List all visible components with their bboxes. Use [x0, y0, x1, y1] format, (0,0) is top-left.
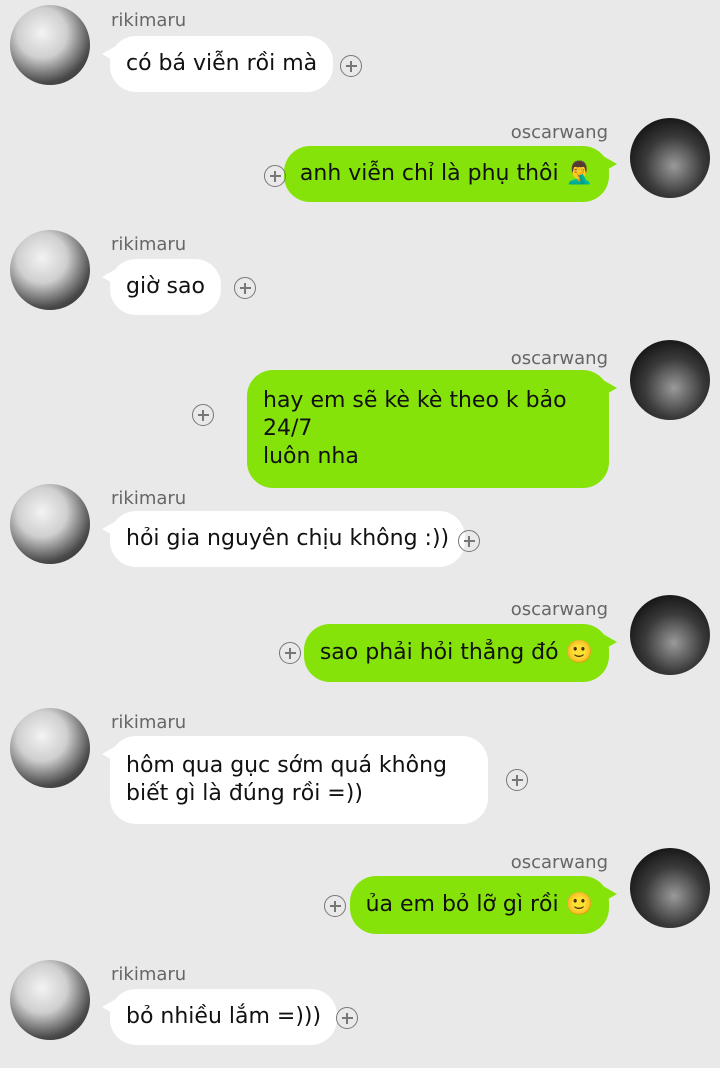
avatar-oscarwang[interactable] [630, 848, 710, 928]
message-row: oscarwang hay em sẽ kè kè theo k bảo 24/… [0, 340, 720, 488]
add-reaction-icon[interactable] [279, 642, 301, 664]
message-row: rikimaru giờ sao [0, 230, 720, 330]
message-bubble[interactable]: ủa em bỏ lỡ gì rồi 🙂 [349, 876, 618, 934]
add-reaction-icon[interactable] [336, 1007, 358, 1029]
add-reaction-icon[interactable] [234, 277, 256, 299]
avatar-rikimaru[interactable] [10, 230, 90, 310]
sender-name: rikimaru [111, 488, 187, 509]
add-reaction-icon[interactable] [324, 895, 346, 917]
message-bubble[interactable]: giờ sao [102, 259, 221, 315]
add-reaction-icon[interactable] [458, 530, 480, 552]
sender-name: oscarwang [510, 852, 608, 873]
add-reaction-icon[interactable] [192, 404, 214, 426]
add-reaction-icon[interactable] [506, 769, 528, 791]
add-reaction-icon[interactable] [340, 55, 362, 77]
message-row: oscarwang anh viễn chỉ là phụ thôi 🤦‍♂️ [0, 118, 720, 218]
message-row: rikimaru có bá viễn rồi mà [0, 5, 720, 105]
avatar-oscarwang[interactable] [630, 118, 710, 198]
message-row: rikimaru bỏ nhiều lắm =))) [0, 960, 720, 1060]
message-row: rikimaru hôm qua gục sớm quá không biết … [0, 708, 720, 838]
add-reaction-icon[interactable] [264, 165, 286, 187]
avatar-rikimaru[interactable] [10, 5, 90, 85]
message-row: oscarwang ủa em bỏ lỡ gì rồi 🙂 [0, 848, 720, 948]
message-row: rikimaru hỏi gia nguyên chịu không :)) [0, 484, 720, 584]
message-bubble[interactable]: sao phải hỏi thẳng đó 🙂 [303, 624, 618, 682]
avatar-rikimaru[interactable] [10, 484, 90, 564]
avatar-oscarwang[interactable] [630, 595, 710, 675]
message-bubble[interactable]: có bá viễn rồi mà [101, 36, 334, 92]
avatar-rikimaru[interactable] [10, 960, 90, 1040]
sender-name: rikimaru [111, 964, 187, 985]
message-bubble[interactable]: bỏ nhiều lắm =))) [101, 989, 338, 1045]
sender-name: rikimaru [111, 234, 187, 255]
sender-name: rikimaru [111, 712, 187, 733]
message-bubble[interactable]: hay em sẽ kè kè theo k bảo 24/7 luôn nha [247, 370, 617, 488]
avatar-rikimaru[interactable] [10, 708, 90, 788]
message-row: oscarwang sao phải hỏi thẳng đó 🙂 [0, 595, 720, 695]
message-bubble[interactable]: anh viễn chỉ là phụ thôi 🤦‍♂️ [283, 146, 618, 202]
sender-name: rikimaru [111, 10, 187, 31]
sender-name: oscarwang [510, 599, 608, 620]
sender-name: oscarwang [510, 122, 608, 143]
sender-name: oscarwang [510, 348, 608, 369]
message-bubble[interactable]: hôm qua gục sớm quá không biết gì là đún… [102, 736, 488, 824]
message-bubble[interactable]: hỏi gia nguyên chịu không :)) [101, 511, 466, 567]
avatar-oscarwang[interactable] [630, 340, 710, 420]
